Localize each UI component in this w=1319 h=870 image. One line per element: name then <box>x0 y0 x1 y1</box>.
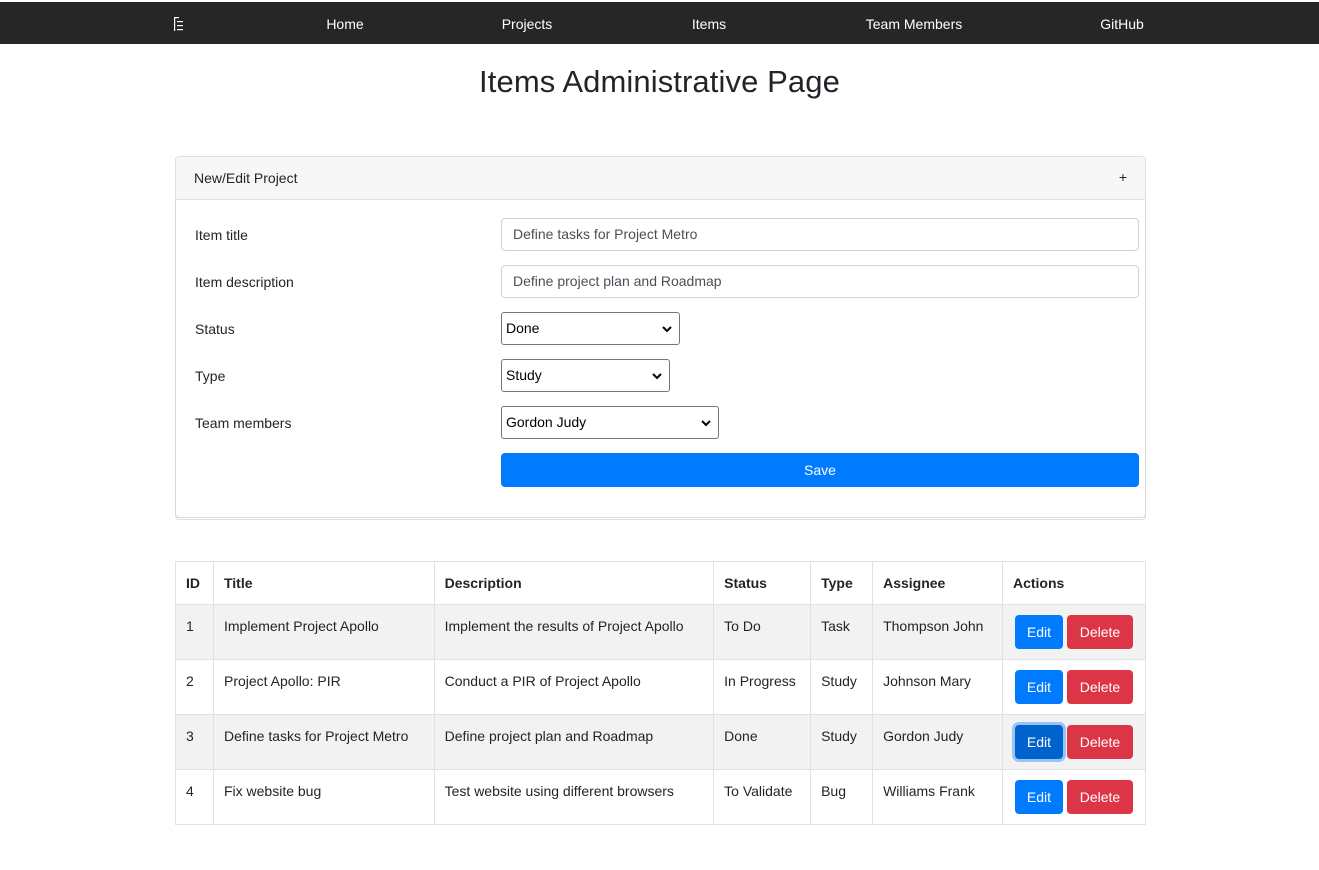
team-members-label: Team members <box>195 415 292 431</box>
cell-actions: Edit Delete <box>1001 659 1147 715</box>
cell-id: 2 <box>175 659 214 715</box>
table-header-row: ID Title Description Status Type Assigne… <box>175 561 1147 605</box>
type-select-value: Study <box>506 367 542 383</box>
cell-status: Done <box>713 714 812 770</box>
team-members-select[interactable]: Gordon Judy <box>501 406 719 439</box>
cell-status: To Validate <box>713 769 812 825</box>
save-button[interactable]: Save <box>501 453 1139 487</box>
table-row: 3 Define tasks for Project Metro Define … <box>175 714 1147 770</box>
status-label: Status <box>195 321 235 337</box>
cell-id: 3 <box>175 714 214 770</box>
edit-button[interactable]: Edit <box>1014 725 1063 759</box>
type-select[interactable]: Study <box>501 359 670 392</box>
col-header-title: Title <box>212 561 435 605</box>
page-title: Items Administrative Page <box>479 64 840 99</box>
cell-type: Bug <box>810 769 874 825</box>
cell-assignee: Thompson John <box>872 604 1003 660</box>
cell-title: Project Apollo: PIR <box>212 659 435 715</box>
cell-description: Define project plan and Roadmap <box>433 714 715 770</box>
type-label: Type <box>195 368 226 384</box>
cell-assignee: Gordon Judy <box>872 714 1003 770</box>
card-header-toggle[interactable]: New/Edit Project + <box>176 157 1145 200</box>
delete-button[interactable]: Delete <box>1066 725 1133 759</box>
delete-button[interactable]: Delete <box>1066 670 1133 704</box>
delete-button[interactable]: Delete <box>1066 615 1133 649</box>
cell-status: In Progress <box>713 659 812 715</box>
col-header-status: Status <box>713 561 812 605</box>
cell-title: Define tasks for Project Metro <box>212 714 435 770</box>
table-row: 4 Fix website bug Test website using dif… <box>175 769 1147 825</box>
cell-description: Conduct a PIR of Project Apollo <box>433 659 715 715</box>
item-form: Item title Define tasks for Project Metr… <box>175 200 1146 518</box>
items-table: ID Title Description Status Type Assigne… <box>175 561 1147 825</box>
chevron-down-icon <box>652 373 662 380</box>
cell-title: Implement Project Apollo <box>212 604 435 660</box>
nav-team-members-link[interactable]: Team Members <box>866 2 962 44</box>
cell-description: Test website using different browsers <box>433 769 715 825</box>
table-row: 1 Implement Project Apollo Implement the… <box>175 604 1147 660</box>
col-header-description: Description <box>433 561 715 605</box>
chevron-down-icon <box>701 420 711 427</box>
cell-id: 4 <box>175 769 214 825</box>
cell-type: Study <box>810 659 874 715</box>
delete-button[interactable]: Delete <box>1066 780 1133 814</box>
cell-actions: Edit Delete <box>1001 604 1147 660</box>
col-header-assignee: Assignee <box>872 561 1003 605</box>
col-header-id: ID <box>175 561 214 605</box>
item-title-input[interactable]: Define tasks for Project Metro <box>501 218 1139 251</box>
chevron-down-icon <box>662 326 672 333</box>
edit-button[interactable]: Edit <box>1014 780 1063 814</box>
top-navbar: Home Projects Items Team Members GitHub <box>0 2 1319 44</box>
cell-title: Fix website bug <box>212 769 435 825</box>
card-header-title: New/Edit Project <box>194 170 298 186</box>
cell-assignee: Williams Frank <box>872 769 1003 825</box>
item-title-label: Item title <box>195 227 248 243</box>
item-description-input[interactable]: Define project plan and Roadmap <box>501 265 1139 298</box>
team-members-select-value: Gordon Judy <box>506 414 587 430</box>
status-select-value: Done <box>506 320 540 336</box>
cell-status: To Do <box>713 604 812 660</box>
edit-button[interactable]: Edit <box>1014 615 1063 649</box>
nav-items-link[interactable]: Items <box>692 2 726 44</box>
cell-id: 1 <box>175 604 214 660</box>
nav-github-link[interactable]: GitHub <box>1100 2 1144 44</box>
cell-actions: Edit Delete <box>1001 769 1147 825</box>
cell-assignee: Johnson Mary <box>872 659 1003 715</box>
cell-description: Implement the results of Project Apollo <box>433 604 715 660</box>
new-edit-project-card: New/Edit Project + Item title Define tas… <box>175 156 1146 520</box>
cell-actions: Edit Delete <box>1001 714 1147 770</box>
nav-projects-link[interactable]: Projects <box>502 2 553 44</box>
cell-type: Task <box>810 604 874 660</box>
nav-home-link[interactable]: Home <box>326 2 363 44</box>
table-row: 2 Project Apollo: PIR Conduct a PIR of P… <box>175 659 1147 715</box>
edit-button[interactable]: Edit <box>1014 670 1063 704</box>
cell-type: Study <box>810 714 874 770</box>
list-tree-icon[interactable] <box>172 16 188 32</box>
col-header-actions: Actions <box>1001 561 1147 605</box>
status-select[interactable]: Done <box>501 312 680 345</box>
item-description-label: Item description <box>195 274 294 290</box>
expand-plus-icon[interactable]: + <box>1119 169 1127 185</box>
col-header-type: Type <box>810 561 874 605</box>
